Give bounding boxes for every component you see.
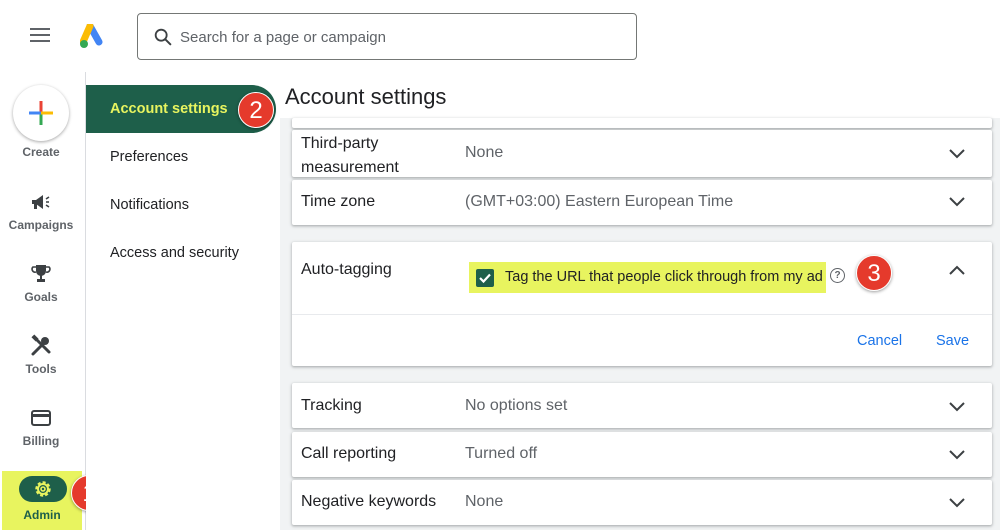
setting-call-reporting[interactable]: Call reporting Turned off (292, 432, 992, 477)
page-title: Account settings (285, 84, 447, 110)
search-input[interactable] (180, 26, 620, 48)
chevron-down-icon[interactable] (948, 196, 966, 208)
megaphone-icon (32, 195, 50, 209)
rail-item-admin[interactable]: Admin (2, 471, 82, 530)
top-bar (0, 0, 1000, 72)
create-button[interactable] (13, 85, 69, 141)
subnav-item-access-security[interactable]: Access and security (86, 229, 280, 277)
setting-value: Turned off (465, 445, 538, 462)
chevron-up-icon[interactable] (948, 264, 966, 276)
setting-label-line2: measurement (301, 159, 399, 176)
step-3-badge: 3 (856, 255, 892, 291)
rail-item-campaigns[interactable]: Campaigns (0, 190, 84, 254)
setting-label: Third-party measurement (301, 132, 399, 180)
rail-label-admin: Admin (23, 508, 61, 522)
chevron-down-icon[interactable] (948, 401, 966, 413)
google-ads-logo-icon[interactable] (80, 24, 108, 50)
search-icon (154, 28, 172, 46)
auto-tagging-checkbox-label[interactable]: Tag the URL that people click through fr… (505, 269, 823, 285)
search-box[interactable] (137, 13, 637, 60)
admin-active-pill (19, 476, 67, 502)
setting-value: (GMT+03:00) Eastern European Time (465, 193, 734, 210)
rail-item-billing[interactable]: Billing (0, 406, 84, 470)
step-2-badge: 2 (238, 92, 274, 128)
chevron-down-icon[interactable] (948, 449, 966, 461)
credit-card-icon (31, 410, 51, 426)
setting-label: Negative keywords (301, 493, 437, 510)
subnav-item-notifications[interactable]: Notifications (86, 181, 280, 229)
chevron-down-icon[interactable] (948, 497, 966, 509)
settings-subnav: Account settings Preferences Notificatio… (86, 72, 280, 530)
setting-tracking[interactable]: Tracking No options set (292, 383, 992, 428)
rail-label-tools: Tools (25, 362, 57, 376)
rail-item-tools[interactable]: Tools (0, 334, 84, 398)
check-icon (479, 273, 491, 284)
save-button[interactable]: Save (936, 333, 969, 349)
setting-label: Call reporting (301, 445, 397, 462)
left-rail: Create Campaigns Goals Tools Billing Adm… (0, 72, 107, 530)
setting-time-zone[interactable]: Time zone (GMT+03:00) Eastern European T… (292, 180, 992, 225)
rail-label-campaigns: Campaigns (8, 218, 74, 232)
divider (292, 314, 992, 315)
trophy-icon (31, 265, 51, 282)
chevron-down-icon[interactable] (948, 148, 966, 160)
setting-label-line1: Third-party (301, 135, 379, 152)
setting-value: None (465, 144, 504, 161)
rail-label-goals: Goals (24, 290, 58, 304)
setting-negative-keywords[interactable]: Negative keywords None (292, 480, 992, 525)
plus-icon (29, 101, 53, 125)
create-label: Create (22, 145, 60, 159)
rail-label-billing: Billing (22, 434, 60, 448)
setting-value: No options set (465, 397, 568, 414)
setting-value: None (465, 493, 504, 510)
auto-tagging-checkbox[interactable] (476, 269, 494, 287)
setting-third-party-measurement[interactable]: Third-party measurement None (292, 130, 992, 177)
subnav-item-preferences[interactable]: Preferences (86, 133, 280, 181)
setting-label: Auto-tagging (301, 261, 392, 278)
settings-card-partial (292, 118, 992, 128)
rail-item-goals[interactable]: Goals (0, 262, 84, 326)
tools-icon (31, 334, 51, 356)
help-icon[interactable]: ? (830, 268, 845, 283)
setting-label: Tracking (301, 397, 362, 414)
setting-label: Time zone (301, 193, 376, 210)
gear-icon (35, 481, 51, 497)
cancel-button[interactable]: Cancel (857, 333, 902, 349)
menu-icon[interactable] (30, 28, 50, 44)
